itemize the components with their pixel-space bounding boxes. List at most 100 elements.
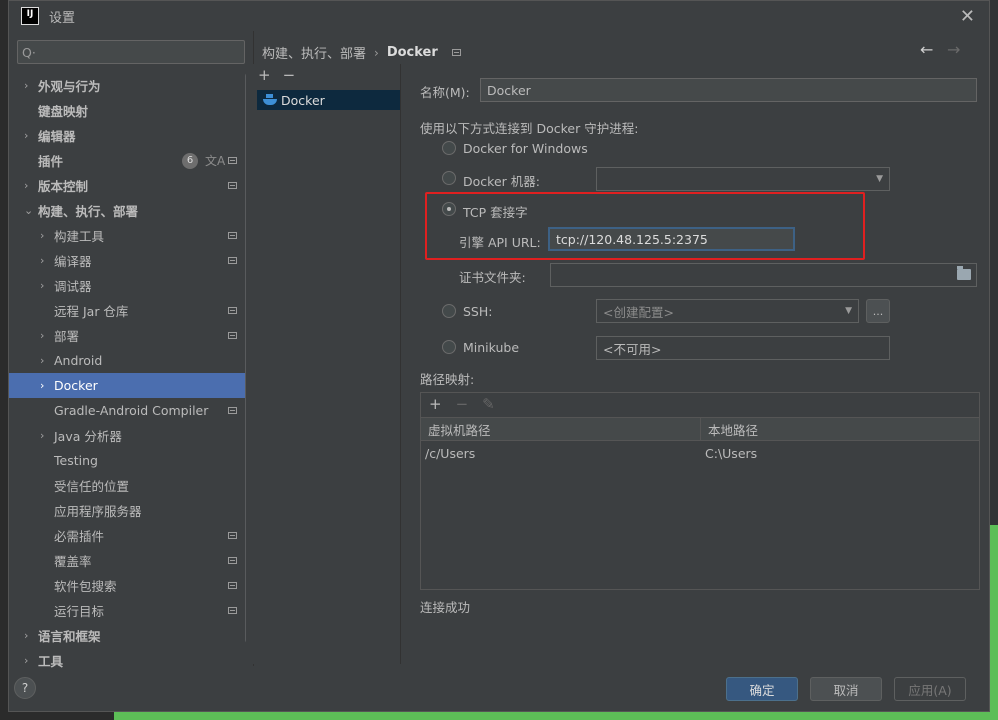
sidebar-item[interactable]: ⌄ 构建、执行、部署 [9,198,254,223]
radio-docker-machine[interactable] [442,171,456,185]
sidebar-item[interactable]: 远程 Jar 仓库 [9,298,254,323]
sidebar-item-label: 键盘映射 [38,104,89,119]
sidebar-item[interactable]: › 编辑器 [9,123,254,148]
cancel-button[interactable]: 取消 [810,677,882,701]
column-vm-path[interactable]: 虚拟机路径 [421,418,701,440]
chevron-right-icon[interactable]: › [24,654,28,667]
sidebar-item-label: 部署 [54,329,80,344]
table-row[interactable]: /c/Users C:\Users [421,442,979,464]
chevron-right-icon[interactable]: › [40,354,44,367]
sidebar-item[interactable]: › 语言和框架 [9,623,254,648]
sidebar-item[interactable]: Testing [9,448,254,473]
help-button[interactable]: ? [14,677,36,699]
close-icon[interactable]: ✕ [960,6,975,27]
sidebar-item[interactable]: › 调试器 [9,273,254,298]
api-url-label: 引擎 API URL: [459,235,541,250]
sidebar-item-label: Gradle-Android Compiler [54,403,209,418]
back-arrow-icon[interactable]: ← [920,40,933,59]
chevron-right-icon[interactable]: › [24,179,28,192]
sidebar-item[interactable]: › 部署 [9,323,254,348]
chevron-right-icon[interactable]: › [24,129,28,142]
radio-minikube[interactable] [442,340,456,354]
sidebar-item[interactable]: 受信任的位置 [9,473,254,498]
docker-connection-item[interactable]: Docker [257,90,400,110]
sidebar-item[interactable]: › 外观与行为 [9,73,254,98]
chevron-right-icon[interactable]: › [24,79,28,92]
sidebar-item[interactable]: › Docker [9,373,254,398]
edit-mapping-icon[interactable]: ✎ [482,395,495,413]
folder-icon[interactable] [957,266,971,280]
chevron-right-icon[interactable]: › [40,229,44,242]
connection-status: 连接成功 [420,600,471,615]
ssh-config-select[interactable]: <创建配置> ▼ [596,299,859,323]
remove-icon[interactable]: − [283,66,296,84]
radio-ssh[interactable] [442,304,456,318]
remove-mapping-icon[interactable]: − [456,395,469,413]
apply-button[interactable]: 应用(A) [894,677,966,701]
breadcrumb: 构建、执行、部署 › Docker [262,43,461,62]
minikube-field: <不可用> [596,336,890,360]
path-mapping-label: 路径映射: [420,372,475,387]
path-mapping-toolbar: + − ✎ [429,395,495,413]
name-field[interactable]: Docker [480,78,977,102]
sidebar-item[interactable]: 应用程序服务器 [9,498,254,523]
sidebar-item-label: Android [54,353,103,368]
docker-windows-label: Docker for Windows [463,141,588,156]
add-icon[interactable]: + [258,66,271,84]
chevron-right-icon[interactable]: › [40,379,44,392]
chevron-down-icon[interactable]: ⌄ [24,204,33,217]
chevron-down-icon: ▼ [845,306,852,316]
sidebar-item[interactable]: › 构建工具 [9,223,254,248]
radio-tcp-socket[interactable] [442,202,456,216]
chevron-right-icon[interactable]: › [24,629,28,642]
column-local-path[interactable]: 本地路径 [701,418,979,440]
ok-button[interactable]: 确定 [726,677,798,701]
sidebar-item[interactable]: 运行目标 [9,598,254,623]
settings-sidebar: Q· › 外观与行为键盘映射 › 编辑器插件 6 文A › 版本控制 ⌄ 构建、执行、部署 › 构建工… [9,31,254,669]
search-input[interactable]: Q· [17,40,245,64]
sidebar-item[interactable]: › Android [9,348,254,373]
project-scope-icon [228,182,237,189]
chevron-right-icon[interactable]: › [40,429,44,442]
sidebar-item-label: 受信任的位置 [54,479,130,494]
sidebar-item[interactable]: › 编译器 [9,248,254,273]
chevron-right-icon[interactable]: › [40,254,44,267]
sidebar-item[interactable]: 软件包搜索 [9,573,254,598]
docker-machine-select[interactable]: ▼ [596,167,890,191]
ssh-browse-button[interactable]: ... [866,299,890,323]
forward-arrow-icon[interactable]: → [947,40,960,59]
cert-folder-input[interactable] [550,263,977,287]
sidebar-item-label: 构建工具 [54,229,105,244]
chevron-right-icon[interactable]: › [40,329,44,342]
sidebar-item[interactable]: Gradle-Android Compiler [9,398,254,423]
sidebar-item[interactable]: › 工具 [9,648,254,673]
breadcrumb-parent[interactable]: 构建、执行、部署 [262,43,366,62]
sidebar-item[interactable]: › Java 分析器 [9,423,254,448]
sidebar-item-label: 工具 [38,654,64,669]
window-title: 设置 [49,10,76,26]
radio-docker-windows[interactable] [442,141,456,155]
project-scope-icon [228,582,237,589]
sidebar-item-label: 语言和框架 [38,629,101,644]
docker-list-toolbar: + − [258,66,295,84]
table-header: 虚拟机路径 本地路径 [421,417,979,441]
docker-machine-label: Docker 机器: [463,174,540,189]
sidebar-item-label: 外观与行为 [38,79,101,94]
sidebar-item-label: Testing [54,453,98,468]
sidebar-item[interactable]: 键盘映射 [9,98,254,123]
sidebar-item[interactable]: 插件 6 文A [9,148,254,173]
sidebar-item[interactable]: 覆盖率 [9,548,254,573]
sidebar-item[interactable]: › 版本控制 [9,173,254,198]
project-scope-icon [228,232,237,239]
sidebar-item-label: 版本控制 [38,179,89,194]
translate-icon: 文A [205,154,226,168]
project-scope-icon [228,307,237,314]
sidebar-item-label: 编辑器 [38,129,76,144]
sidebar-item-label: 软件包搜索 [54,579,117,594]
sidebar-item[interactable]: 必需插件 [9,523,254,548]
add-mapping-icon[interactable]: + [429,395,442,413]
ssh-label: SSH: [463,304,493,319]
api-url-input[interactable]: tcp://120.48.125.5:2375 [548,227,795,251]
vm-path-cell: /c/Users [425,445,476,461]
chevron-right-icon[interactable]: › [40,279,44,292]
